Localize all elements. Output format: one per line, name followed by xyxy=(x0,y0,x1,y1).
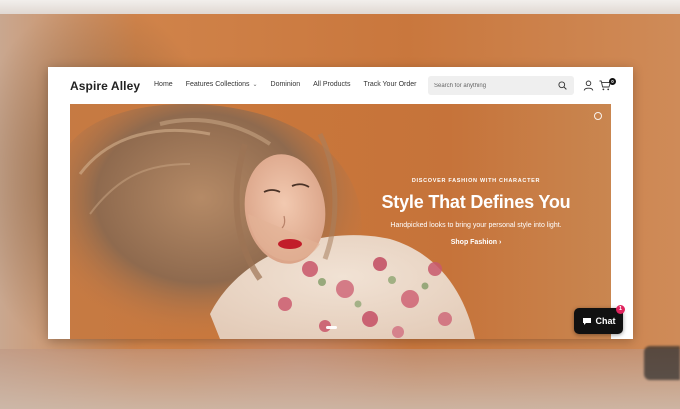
slideshow-pause-button[interactable] xyxy=(594,112,602,120)
account-icon[interactable] xyxy=(583,80,594,91)
nav-item-dominion[interactable]: Dominion xyxy=(271,81,301,88)
hero-subtext: Handpicked looks to bring your personal … xyxy=(390,222,562,229)
search-icon[interactable] xyxy=(558,81,567,90)
shop-fashion-link[interactable]: Shop Fashion › xyxy=(451,239,502,246)
chat-notification-badge: 1 xyxy=(616,305,625,314)
nav-item-track-order[interactable]: Track Your Order xyxy=(363,81,416,88)
nav-item-label: Track Your Order xyxy=(363,81,417,88)
nav-item-label: Home xyxy=(154,81,173,88)
search-box xyxy=(428,76,574,95)
chevron-down-icon: ⌄ xyxy=(252,82,258,88)
chat-label: Chat xyxy=(595,316,616,326)
hero-content: DISCOVER FASHION WITH CHARACTER Style Th… xyxy=(366,178,586,249)
brand-logo[interactable]: Aspire Alley xyxy=(70,79,140,93)
nav-item-label: Features Collections xyxy=(185,81,250,88)
search-input[interactable] xyxy=(428,76,554,95)
nav-item-home[interactable]: Home xyxy=(154,81,173,88)
cart-count-badge: 0 xyxy=(609,78,616,85)
slide-dots xyxy=(326,326,337,329)
backdrop-chat-shadow xyxy=(644,346,680,380)
chat-button[interactable]: Chat xyxy=(574,308,623,334)
backdrop-bottom-band xyxy=(0,349,680,409)
nav-item-features-collections[interactable]: Features Collections ⌄ xyxy=(186,81,258,88)
backdrop-top-band xyxy=(0,0,680,14)
hero-headline: Style That Defines You xyxy=(381,192,571,212)
main-nav: Home Features Collections ⌄ Dominion All… xyxy=(154,81,417,88)
nav-item-label: Dominion xyxy=(270,81,301,88)
hero-banner[interactable]: DISCOVER FASHION WITH CHARACTER Style Th… xyxy=(70,104,611,339)
storefront-page: Aspire Alley Home Features Collections ⌄… xyxy=(48,67,633,339)
site-header: Aspire Alley Home Features Collections ⌄… xyxy=(48,67,633,104)
chat-bubble-icon xyxy=(582,317,591,325)
hero-kicker: DISCOVER FASHION WITH CHARACTER xyxy=(411,178,541,184)
slide-dot-active[interactable] xyxy=(326,326,337,329)
nav-item-all-products[interactable]: All Products xyxy=(313,81,350,88)
nav-item-label: All Products xyxy=(313,81,351,88)
